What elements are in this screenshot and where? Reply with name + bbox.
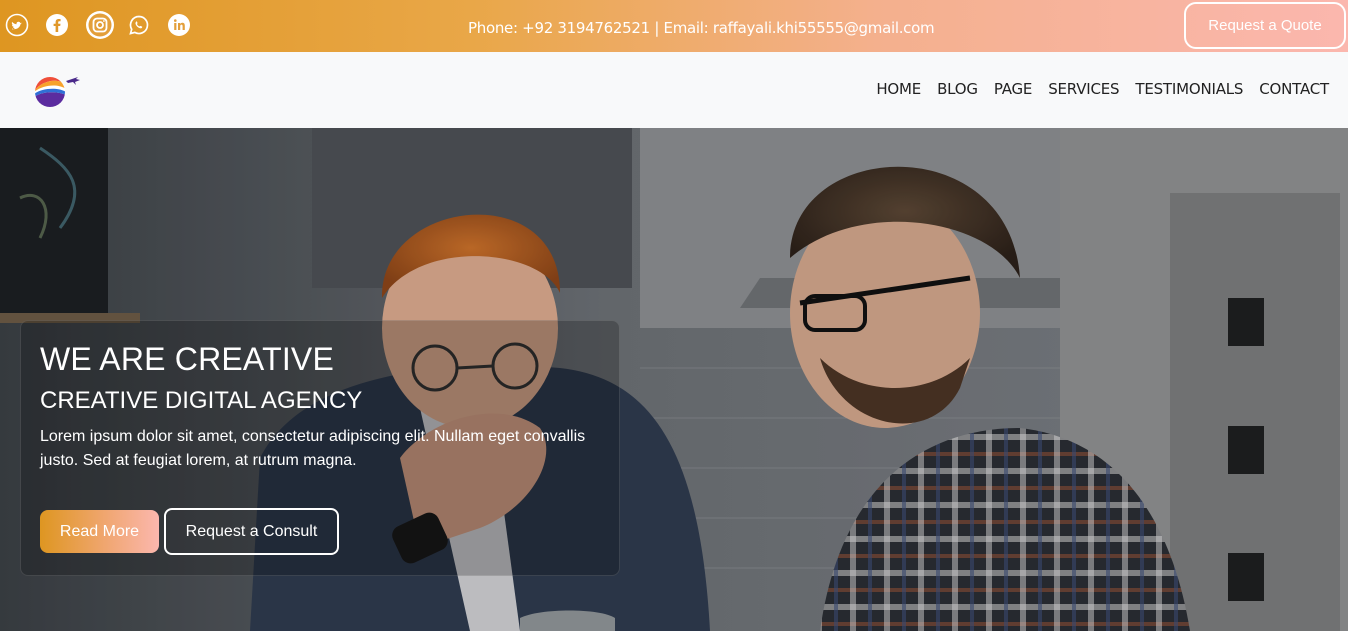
hero-description: Lorem ipsum dolor sit amet, consectetur …: [40, 428, 586, 469]
read-more-button[interactable]: Read More: [40, 510, 159, 553]
social-links: [5, 11, 207, 39]
nav-contact[interactable]: CONTACT: [1259, 80, 1329, 98]
whatsapp-icon[interactable]: [127, 13, 151, 37]
request-quote-button[interactable]: Request a Quote: [1184, 2, 1346, 49]
request-consult-button[interactable]: Request a Consult: [164, 508, 339, 555]
instagram-icon[interactable]: [85, 10, 115, 40]
nav-testimonials[interactable]: TESTIMONIALS: [1135, 80, 1243, 98]
facebook-icon[interactable]: [45, 13, 69, 37]
linkedin-icon[interactable]: [167, 13, 191, 37]
top-bar: Phone: +92 3194762521 | Email: raffayali…: [0, 0, 1348, 52]
hero-subtitle: CREATIVE DIGITAL AGENCY: [40, 387, 363, 414]
nav-page[interactable]: PAGE: [994, 80, 1033, 98]
brand-logo[interactable]: [32, 73, 82, 109]
nav-services[interactable]: SERVICES: [1048, 80, 1119, 98]
hero-section: WE ARE CREATIVE CREATIVE DIGITAL AGENCY …: [0, 128, 1348, 631]
main-nav: HOME BLOG PAGE SERVICES TESTIMONIALS CON…: [860, 80, 1329, 98]
hero-title: WE ARE CREATIVE: [40, 341, 335, 377]
contact-info: Phone: +92 3194762521 | Email: raffayali…: [468, 19, 935, 37]
twitter-icon[interactable]: [5, 13, 29, 37]
nav-home[interactable]: HOME: [876, 80, 921, 98]
nav-blog[interactable]: BLOG: [937, 80, 978, 98]
navbar: HOME BLOG PAGE SERVICES TESTIMONIALS CON…: [0, 52, 1348, 128]
